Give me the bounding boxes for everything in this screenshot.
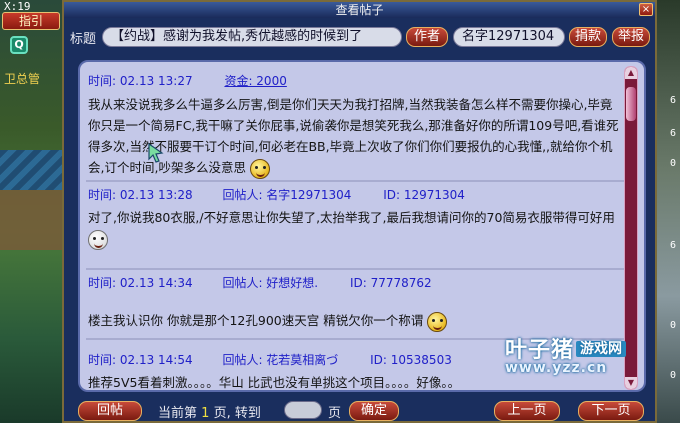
post-time: 时间: 02.13 14:34 xyxy=(88,276,193,290)
post-header: 标题 【约战】感谢为我发帖,秀优越感的时候到了 作者 名字12971304 捐款… xyxy=(64,22,655,52)
grin-emoji-icon xyxy=(427,311,448,332)
window-title: 查看帖子 xyxy=(335,3,384,17)
report-button[interactable]: 举报 xyxy=(612,27,650,47)
post-meta: 时间: 02.13 14:34 回帖人: 好想好想. ID: 77778762 xyxy=(88,274,432,291)
npc-name-label: 卫总管 xyxy=(4,72,41,86)
current-page-label: 当前第 xyxy=(158,406,198,421)
post-time: 时间: 02.13 13:28 xyxy=(88,188,193,202)
scroll-up-icon[interactable]: ▲ xyxy=(625,67,637,79)
title-field: 【约战】感谢为我发帖,秀优越感的时候到了 xyxy=(102,27,402,47)
post-meta: 时间: 02.13 14:54 回帖人: 花若莫相离づ ID: 10538503 xyxy=(88,351,452,368)
side-digit: 0 xyxy=(669,370,676,381)
pointer-cursor-icon xyxy=(148,143,164,163)
side-digit: 0 xyxy=(669,320,676,331)
page-suffix-label: 页 xyxy=(328,406,342,421)
page-number-input[interactable] xyxy=(284,401,322,419)
smiley-emoji-icon xyxy=(249,158,270,179)
post-meta: 时间: 02.13 13:27 资金: 2000 xyxy=(88,72,287,89)
sweat-emoji-icon xyxy=(88,229,108,250)
post-replier[interactable]: 回帖人: 名字12971304 xyxy=(222,186,351,203)
side-digit: 6 xyxy=(669,240,676,251)
post-id: ID: 12971304 xyxy=(383,188,465,202)
post-replier[interactable]: 回帖人: 花若莫相离づ xyxy=(222,351,338,368)
window-titlebar[interactable]: 查看帖子 × xyxy=(64,2,655,18)
post-text: 楼主我认识你 你就是那个12孔900速天宫 精锐欠你一个称谓 xyxy=(88,313,424,328)
pagination-text: 当前第 1 页, 转到 xyxy=(158,402,261,421)
post-funds-link[interactable]: 资金: 2000 xyxy=(224,72,286,89)
post-text: 我从来没说我多么牛逼多么厉害,倒是你们天天为我打招牌,当然我装备怎么样不需要你操… xyxy=(88,97,619,175)
side-digit: 0 xyxy=(669,158,676,169)
guide-button[interactable]: 指引 xyxy=(2,12,60,30)
post-meta: 时间: 02.13 13:28 回帖人: 名字12971304 ID: 1297… xyxy=(88,186,465,203)
post-scrollbar[interactable]: ▲ ▼ xyxy=(624,66,638,390)
post-text: 对了,你说我80衣服,/不好意思让你失望了,太抬举我了,最后我想请问你的70简易… xyxy=(88,210,615,225)
post-body: 楼主我认识你 你就是那个12孔900速天宫 精锐欠你一个称谓 xyxy=(88,310,624,332)
watermark-url: www.yzz.cn xyxy=(505,360,608,376)
post-replier[interactable]: 回帖人: 好想好想. xyxy=(222,274,318,291)
game-scene-left: X:19 指引 Q 卫总管 xyxy=(0,0,64,423)
quest-badge-icon[interactable]: Q xyxy=(10,36,28,54)
reply-button[interactable]: 回帖 xyxy=(78,401,142,421)
confirm-button[interactable]: 确定 xyxy=(349,401,399,421)
post-time: 时间: 02.13 13:27 xyxy=(88,74,193,88)
prev-page-button[interactable]: 上一页 xyxy=(494,401,560,421)
post-id: ID: 10538503 xyxy=(370,353,452,367)
watermark-tag: 游戏网 xyxy=(576,341,627,357)
scroll-thumb[interactable] xyxy=(626,87,636,121)
scene-roof xyxy=(0,150,64,190)
author-name-field: 名字12971304 xyxy=(453,27,565,47)
scene-wall xyxy=(0,190,64,250)
scroll-down-icon[interactable]: ▼ xyxy=(625,377,637,389)
donate-button[interactable]: 捐款 xyxy=(569,27,607,47)
side-digit: 6 xyxy=(669,95,676,106)
post-body: 对了,你说我80衣服,/不好意思让你失望了,太抬举我了,最后我想请问你的70简易… xyxy=(88,207,624,250)
post-divider xyxy=(86,268,624,270)
post-id: ID: 77778762 xyxy=(349,276,432,290)
side-digit: 6 xyxy=(669,128,676,139)
pagination-bar: 回帖 当前第 1 页, 转到 页 确定 上一页 下一页 xyxy=(64,400,655,422)
next-page-button[interactable]: 下一页 xyxy=(578,401,644,421)
post-body: 我从来没说我多么牛逼多么厉害,倒是你们天天为我打招牌,当然我装备怎么样不需要你操… xyxy=(88,94,624,179)
close-icon[interactable]: × xyxy=(639,3,653,16)
title-label: 标题 xyxy=(70,32,97,47)
current-page-number: 1 xyxy=(201,406,210,421)
game-scene-right: 6 6 0 6 0 0 xyxy=(654,0,680,423)
author-button[interactable]: 作者 xyxy=(406,27,448,47)
site-watermark: 叶子猪 游戏网 www.yzz.cn xyxy=(505,332,627,376)
goto-label: 页, 转到 xyxy=(213,406,261,421)
post-text: 推荐5V5看着刺激。。。。华山 比武也没有单挑这个项目。。。。好像。。 xyxy=(88,375,461,390)
post-time: 时间: 02.13 14:54 xyxy=(88,353,193,367)
post-divider xyxy=(86,180,624,182)
